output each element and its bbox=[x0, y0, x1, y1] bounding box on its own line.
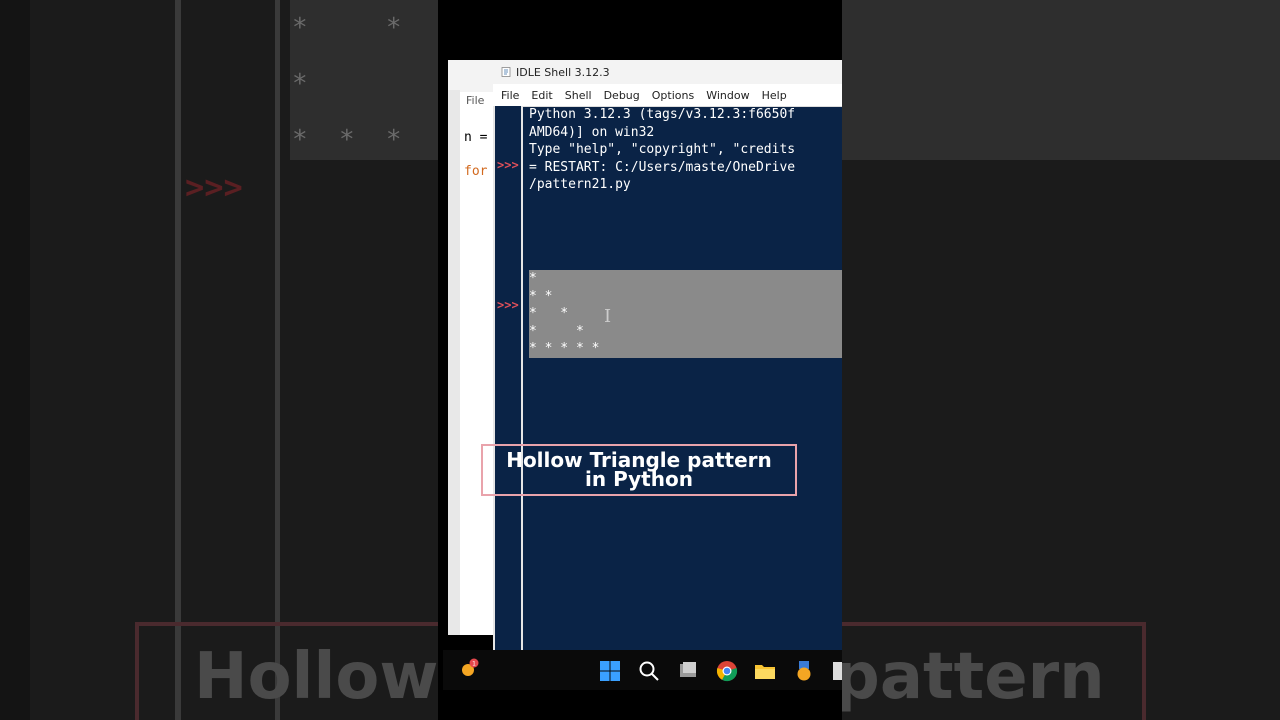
task-view-icon[interactable] bbox=[677, 660, 699, 682]
text-cursor-icon: I bbox=[604, 306, 612, 327]
menu-options[interactable]: Options bbox=[652, 89, 694, 102]
editor-gutter bbox=[448, 90, 460, 635]
shell-line: /pattern21.py bbox=[529, 177, 631, 192]
menu-file[interactable]: File bbox=[501, 89, 519, 102]
shell-output[interactable]: Python 3.12.3 (tags/v3.12.3:f6650f AMD64)… bbox=[529, 106, 842, 194]
shell-prompt: >>> bbox=[497, 298, 519, 312]
windows-start-icon[interactable] bbox=[599, 660, 621, 682]
menu-debug[interactable]: Debug bbox=[604, 89, 640, 102]
background-right: pattern bbox=[842, 0, 1280, 720]
bg-prompt: >>> bbox=[185, 168, 243, 206]
menu-bar: File Edit Shell Debug Options Window Hel… bbox=[493, 84, 842, 107]
bg-stripe bbox=[175, 0, 181, 720]
bg-caption-box: Hollow bbox=[135, 622, 438, 720]
bg-output-area bbox=[842, 0, 1280, 160]
prompt-gutter: >>> >>> bbox=[493, 106, 523, 650]
python-file-icon bbox=[501, 67, 511, 77]
shell-line: AMD64)] on win32 bbox=[529, 124, 655, 140]
shell-prompt: >>> bbox=[497, 158, 519, 172]
caption-line: in Python bbox=[585, 467, 693, 491]
chrome-icon[interactable] bbox=[716, 660, 738, 682]
notification-badge: 1 bbox=[472, 661, 476, 668]
search-icon[interactable] bbox=[638, 660, 660, 682]
editor-code-line[interactable]: for bbox=[464, 164, 487, 179]
pattern-row: * * bbox=[529, 306, 569, 321]
background-left: * * * * * * >>> Hollow bbox=[0, 0, 438, 720]
pattern-row: * bbox=[529, 271, 537, 286]
menu-shell[interactable]: Shell bbox=[565, 89, 592, 102]
pattern-row: * * bbox=[529, 323, 584, 339]
pattern-row: * * * * * bbox=[529, 341, 600, 356]
menu-edit[interactable]: Edit bbox=[531, 89, 552, 102]
bg-caption-text: Hollow bbox=[194, 640, 438, 714]
bg-caption-text: pattern bbox=[842, 640, 1105, 714]
bg-stripe bbox=[0, 0, 30, 720]
menu-help[interactable]: Help bbox=[762, 89, 787, 102]
security-icon[interactable] bbox=[793, 660, 815, 682]
editor-code-line[interactable]: n = bbox=[464, 130, 487, 145]
app-icon[interactable] bbox=[833, 662, 842, 680]
selected-output[interactable]: * * * * * * * * * * * * bbox=[529, 270, 842, 358]
editor-menu-file[interactable]: File bbox=[466, 94, 484, 107]
window-titlebar[interactable]: IDLE Shell 3.12.3 bbox=[493, 60, 842, 84]
bg-stripe bbox=[275, 0, 280, 720]
caption-box: Hollow Triangle pattern in Python bbox=[481, 444, 797, 496]
window-title: IDLE Shell 3.12.3 bbox=[516, 65, 610, 79]
shell-line: Python 3.12.3 (tags/v3.12.3:f6650f bbox=[529, 107, 796, 122]
shell-line: Type "help", "copyright", "credits bbox=[529, 142, 796, 157]
bg-stars: * * * * * * bbox=[292, 13, 402, 155]
screen-region: File n = for IDLE Shell 3.12.3 File Edit… bbox=[438, 0, 842, 720]
bg-caption-box: pattern bbox=[842, 622, 1146, 720]
weather-icon[interactable]: 1 bbox=[459, 658, 479, 678]
shell-line: = RESTART: C:/Users/maste/OneDrive bbox=[529, 159, 796, 175]
file-explorer-icon[interactable] bbox=[754, 660, 776, 682]
taskbar: 1 bbox=[443, 650, 842, 690]
menu-window[interactable]: Window bbox=[706, 89, 749, 102]
idle-shell-window[interactable]: IDLE Shell 3.12.3 File Edit Shell Debug … bbox=[493, 60, 842, 650]
pattern-row: * * bbox=[529, 288, 553, 304]
